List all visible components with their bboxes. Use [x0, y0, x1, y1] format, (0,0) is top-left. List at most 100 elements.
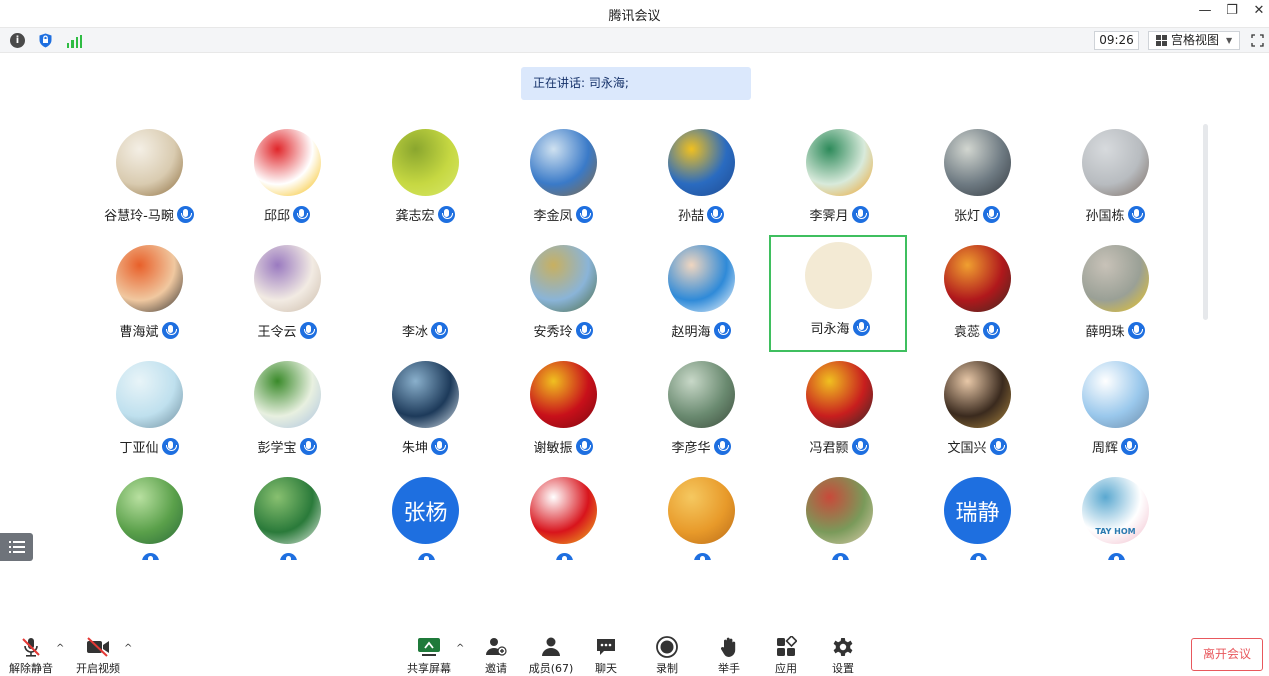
- mic-status-icon: [989, 438, 1007, 455]
- participant-tile[interactable]: 曹海斌: [80, 238, 218, 354]
- participant-tile[interactable]: 邱邱: [218, 122, 356, 238]
- grid-view-icon: [1156, 35, 1167, 46]
- avatar: [392, 361, 459, 428]
- mic-status-icon: [142, 553, 159, 560]
- participant-tile[interactable]: TAY HOM: [1046, 470, 1184, 560]
- mic-status-icon: [299, 438, 317, 455]
- participant-name-row: 王令云: [218, 321, 356, 340]
- participant-tile[interactable]: 冯君颢: [770, 354, 908, 470]
- participant-tile[interactable]: 薛明珠: [1046, 238, 1184, 354]
- participant-tile[interactable]: 张杨: [356, 470, 494, 560]
- start-video-label: 开启视频: [76, 662, 120, 675]
- audio-options-chevron[interactable]: ^: [56, 643, 64, 654]
- share-screen-button[interactable]: 共享屏幕: [405, 635, 453, 675]
- chat-button[interactable]: 聊天: [588, 635, 624, 675]
- avatar: [668, 245, 735, 312]
- raise-hand-button[interactable]: 举手: [711, 635, 747, 675]
- meeting-timer: 09:26: [1094, 31, 1139, 50]
- participant-name: 邱邱: [263, 209, 290, 224]
- leave-meeting-button[interactable]: 离开会议: [1191, 638, 1263, 671]
- participant-name-row: [632, 553, 770, 560]
- participant-tile[interactable]: 李霁月: [770, 122, 908, 238]
- fullscreen-icon[interactable]: [1251, 34, 1264, 47]
- participant-name-row: 李霁月: [770, 205, 908, 224]
- participant-tile[interactable]: 文国兴: [908, 354, 1046, 470]
- participant-tile[interactable]: 袁蕊: [908, 238, 1046, 354]
- apps-icon: [777, 636, 797, 656]
- participant-name: 张灯: [953, 209, 980, 224]
- participant-tile[interactable]: [80, 470, 218, 560]
- mic-status-icon: [694, 553, 711, 560]
- invite-button[interactable]: 邀请: [478, 635, 514, 675]
- grid-scrollbar[interactable]: [1203, 124, 1208, 320]
- members-button[interactable]: 成员(67): [527, 635, 575, 675]
- participant-name: 袁蕊: [953, 325, 980, 340]
- participant-tile[interactable]: 张灯: [908, 122, 1046, 238]
- signal-icon[interactable]: [67, 33, 82, 48]
- record-button[interactable]: 录制: [649, 635, 685, 675]
- participant-name: 薛明珠: [1085, 325, 1125, 340]
- participant-list-toggle[interactable]: [0, 533, 33, 561]
- participant-tile[interactable]: 周辉: [1046, 354, 1184, 470]
- info-icon[interactable]: i: [10, 33, 25, 48]
- avatar: 瑞静: [944, 477, 1011, 544]
- participant-tile[interactable]: 谷慧玲-马畹: [80, 122, 218, 238]
- start-video-button[interactable]: 开启视频: [74, 635, 122, 675]
- participant-name-row: 薛明珠: [1046, 321, 1184, 340]
- participant-tile-speaking[interactable]: 司永海: [769, 235, 907, 352]
- apps-button[interactable]: 应用: [768, 635, 804, 675]
- participant-tile[interactable]: [494, 470, 632, 560]
- participant-name-row: 李彦华: [632, 437, 770, 456]
- avatar: [254, 477, 321, 544]
- record-label: 录制: [656, 662, 678, 675]
- restore-button[interactable]: ❐: [1222, 3, 1242, 18]
- participant-tile[interactable]: 赵明海: [632, 238, 770, 354]
- avatar: [668, 477, 735, 544]
- participant-tile[interactable]: [632, 470, 770, 560]
- participant-tile[interactable]: 孙喆: [632, 122, 770, 238]
- avatar: [944, 361, 1011, 428]
- minimize-button[interactable]: —: [1195, 3, 1215, 18]
- mic-status-icon: [575, 322, 593, 339]
- view-mode-dropdown[interactable]: 宫格视图 ▼: [1148, 31, 1240, 50]
- participant-tile[interactable]: 李彦华: [632, 354, 770, 470]
- unmute-button[interactable]: 解除静音: [7, 635, 55, 675]
- participant-tile[interactable]: 李冰: [356, 238, 494, 354]
- participant-name-row: 丁亚仙: [80, 437, 218, 456]
- mic-status-icon: [161, 438, 179, 455]
- participant-name: 彭学宝: [257, 441, 297, 456]
- participant-tile[interactable]: 安秀玲: [494, 238, 632, 354]
- participant-name: 李金凤: [533, 209, 573, 224]
- participant-tile[interactable]: 孙国栋: [1046, 122, 1184, 238]
- share-screen-icon: [418, 638, 440, 656]
- participant-tile[interactable]: 李金凤: [494, 122, 632, 238]
- participant-tile[interactable]: 彭学宝: [218, 354, 356, 470]
- unmute-label: 解除静音: [9, 662, 53, 675]
- mic-status-icon: [1127, 322, 1145, 339]
- participant-name-row: 邱邱: [218, 205, 356, 224]
- participant-tile[interactable]: 丁亚仙: [80, 354, 218, 470]
- participant-tile[interactable]: 瑞静: [908, 470, 1046, 560]
- avatar: [254, 129, 321, 196]
- participant-tile[interactable]: 谢敏振: [494, 354, 632, 470]
- settings-label: 设置: [832, 662, 854, 675]
- avatar: 张杨: [392, 477, 459, 544]
- avatar: [116, 245, 183, 312]
- invite-icon: [486, 638, 507, 656]
- close-button[interactable]: ✕: [1249, 3, 1269, 18]
- participant-tile[interactable]: 龚志宏: [356, 122, 494, 238]
- participant-tile[interactable]: 王令云: [218, 238, 356, 354]
- muted-mic-icon: [22, 638, 40, 657]
- mic-status-icon: [176, 206, 194, 223]
- video-options-chevron[interactable]: ^: [124, 643, 132, 654]
- shield-icon[interactable]: [38, 33, 53, 48]
- mic-status-icon: [437, 206, 455, 223]
- participant-tile[interactable]: [218, 470, 356, 560]
- view-mode-label: 宫格视图: [1171, 33, 1220, 47]
- participant-tile[interactable]: 朱坤: [356, 354, 494, 470]
- settings-button[interactable]: 设置: [825, 635, 861, 675]
- share-options-chevron[interactable]: ^: [456, 643, 464, 654]
- participant-tile[interactable]: [770, 470, 908, 560]
- participant-name-row: 孙国栋: [1046, 205, 1184, 224]
- invite-label: 邀请: [485, 662, 507, 675]
